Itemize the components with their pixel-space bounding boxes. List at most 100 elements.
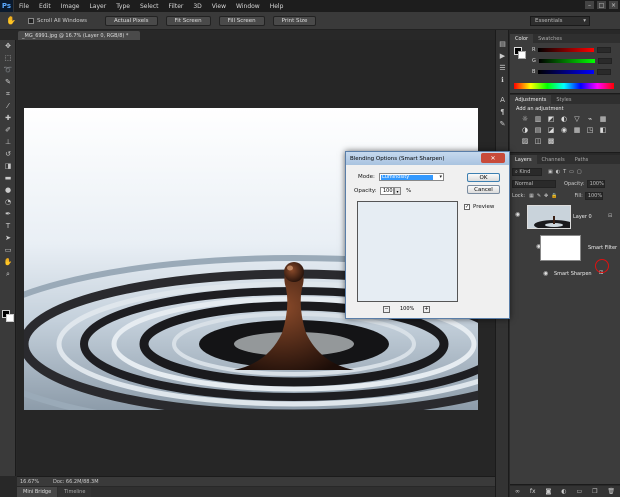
path-select-tool-icon[interactable]: ➤ (0, 232, 16, 244)
zoom-level[interactable]: 16.67% (17, 479, 41, 485)
tab-channels[interactable]: Channels (537, 155, 570, 164)
preview-window[interactable] (357, 201, 458, 302)
paragraph-panel-icon[interactable]: ¶ (496, 106, 509, 118)
blend-mode-select[interactable]: Normal (512, 179, 556, 188)
tab-paths[interactable]: Paths (570, 155, 594, 164)
lock-icons[interactable]: ▦✎✥🔒 (529, 193, 560, 199)
hue-saturation-icon[interactable]: ⌁ (585, 114, 595, 123)
marquee-tool-icon[interactable]: ⬚ (0, 52, 16, 64)
menu-help[interactable]: Help (265, 3, 289, 10)
tab-adjustments[interactable]: Adjustments (510, 95, 552, 104)
tab-color[interactable]: Color (510, 34, 534, 43)
black-white-icon[interactable]: ▦ (598, 114, 608, 123)
green-channel-value[interactable] (597, 58, 612, 64)
lasso-tool-icon[interactable]: ➰ (0, 64, 16, 76)
trash-icon[interactable]: 🗑 (607, 488, 615, 495)
dodge-tool-icon[interactable]: ◔ (0, 196, 16, 208)
red-channel-slider[interactable] (538, 48, 595, 52)
vibrance-icon[interactable]: ▽ (572, 114, 582, 123)
opacity-stepper[interactable]: ▾ (394, 187, 401, 195)
levels-icon[interactable]: ▥ (533, 114, 543, 123)
adjustment-icon-18[interactable]: ◫ (533, 136, 543, 145)
new-layer-icon[interactable]: ❐ (592, 488, 597, 495)
menu-file[interactable]: File (14, 3, 34, 10)
eraser-tool-icon[interactable]: ◨ (0, 160, 16, 172)
print-size-button[interactable]: Print Size (272, 15, 317, 26)
move-tool-icon[interactable]: ✥ (0, 40, 16, 52)
character-panel-icon[interactable]: A (496, 94, 509, 106)
hand-tool-icon[interactable]: ✋ (0, 256, 16, 268)
brush-panel-icon[interactable]: ✎ (496, 118, 509, 130)
red-channel-value[interactable] (597, 47, 612, 53)
history-panel-icon[interactable]: ▤ (496, 38, 509, 50)
opacity-input[interactable]: 100 (380, 187, 394, 195)
properties-panel-icon[interactable]: ☰ (496, 62, 509, 74)
quick-select-tool-icon[interactable]: ✎ (0, 76, 16, 88)
tab-mini-bridge[interactable]: Mini Bridge (17, 487, 58, 497)
actions-panel-icon[interactable]: ▶ (496, 50, 509, 62)
menu-edit[interactable]: Edit (34, 3, 56, 10)
preview-zoom-out-button[interactable]: − (383, 306, 390, 313)
exposure-icon[interactable]: ◐ (559, 114, 569, 123)
color-background-swatch[interactable] (518, 51, 526, 59)
tab-timeline[interactable]: Timeline (58, 487, 92, 497)
blue-channel-value[interactable] (597, 69, 612, 75)
invert-icon[interactable]: ◉ (559, 125, 569, 134)
history-brush-tool-icon[interactable]: ↺ (0, 148, 16, 160)
scroll-all-windows-checkbox[interactable] (28, 17, 34, 24)
workspace-select[interactable]: Essentials (530, 16, 590, 26)
green-channel-slider[interactable] (538, 59, 595, 63)
menu-filter[interactable]: Filter (164, 3, 189, 10)
minimize-button[interactable]: – (585, 1, 594, 9)
channel-mixer-icon[interactable]: ▤ (533, 125, 543, 134)
photo-filter-icon[interactable]: ◑ (520, 125, 530, 134)
brightness-contrast-icon[interactable]: ☼ (520, 114, 530, 123)
fill-input[interactable]: 100% (584, 191, 603, 200)
eye-icon[interactable]: ◉ (543, 270, 548, 277)
crop-tool-icon[interactable]: ⌗ (0, 88, 16, 100)
info-panel-icon[interactable]: ℹ (496, 74, 509, 86)
brush-tool-icon[interactable]: ✐ (0, 124, 16, 136)
menu-type[interactable]: Type (111, 3, 135, 10)
adjustment-icon-17[interactable]: ▨ (520, 136, 530, 145)
zoom-tool-icon[interactable]: ⌕ (0, 268, 16, 280)
blue-channel-slider[interactable] (538, 70, 595, 74)
preview-zoom-in-button[interactable]: + (423, 306, 430, 313)
layer-kind-select[interactable]: ⌕ Kind (512, 167, 542, 176)
preview-checkbox[interactable]: ✓ (464, 204, 470, 210)
gradient-tool-icon[interactable]: ▬ (0, 172, 16, 184)
layer-0-name[interactable]: Layer 0 (573, 214, 592, 220)
selective-color-icon[interactable]: ◧ (598, 125, 608, 134)
pen-tool-icon[interactable]: ✒ (0, 208, 16, 220)
ok-button[interactable]: OK (467, 173, 500, 182)
adjustment-layer-icon[interactable]: ◐ (561, 488, 566, 495)
layer-row-layer-0[interactable]: ◉ Layer 0 ⊟ (510, 201, 620, 231)
color-lookup-icon[interactable]: ◪ (546, 125, 556, 134)
close-window-button[interactable]: × (609, 1, 618, 9)
link-icon[interactable]: ∞ (515, 488, 520, 495)
smart-filters-label[interactable]: Smart Filter (588, 245, 617, 251)
fx-icon[interactable]: fx (530, 488, 536, 495)
shape-tool-icon[interactable]: ▭ (0, 244, 16, 256)
gradient-map-icon[interactable]: ◳ (585, 125, 595, 134)
type-tool-icon[interactable]: T (0, 220, 16, 232)
tab-swatches[interactable]: Swatches (533, 34, 567, 43)
cancel-button[interactable]: Cancel (467, 185, 500, 194)
menu-view[interactable]: View (207, 3, 231, 10)
smart-sharpen-label[interactable]: Smart Sharpen (554, 271, 592, 277)
tab-styles[interactable]: Styles (551, 95, 576, 104)
menu-image[interactable]: Image (56, 3, 85, 10)
actual-pixels-button[interactable]: Actual Pixels (104, 15, 158, 26)
color-spectrum-bar[interactable] (514, 83, 614, 89)
smart-filter-mask-thumbnail[interactable] (540, 235, 581, 261)
background-color-swatch[interactable] (6, 314, 14, 322)
blur-tool-icon[interactable]: ● (0, 184, 16, 196)
curves-icon[interactable]: ◩ (546, 114, 556, 123)
clone-stamp-tool-icon[interactable]: ⊥ (0, 136, 16, 148)
eyedropper-tool-icon[interactable]: ⁄ (0, 100, 16, 112)
document-tab[interactable]: _MG_6991.jpg @ 16.7% (Layer 0, RGB/8) * (18, 31, 140, 40)
tab-layers[interactable]: Layers (510, 155, 537, 164)
menu-3d[interactable]: 3D (188, 3, 206, 10)
posterize-icon[interactable]: ▦ (572, 125, 582, 134)
fit-screen-button[interactable]: Fit Screen (165, 15, 211, 26)
